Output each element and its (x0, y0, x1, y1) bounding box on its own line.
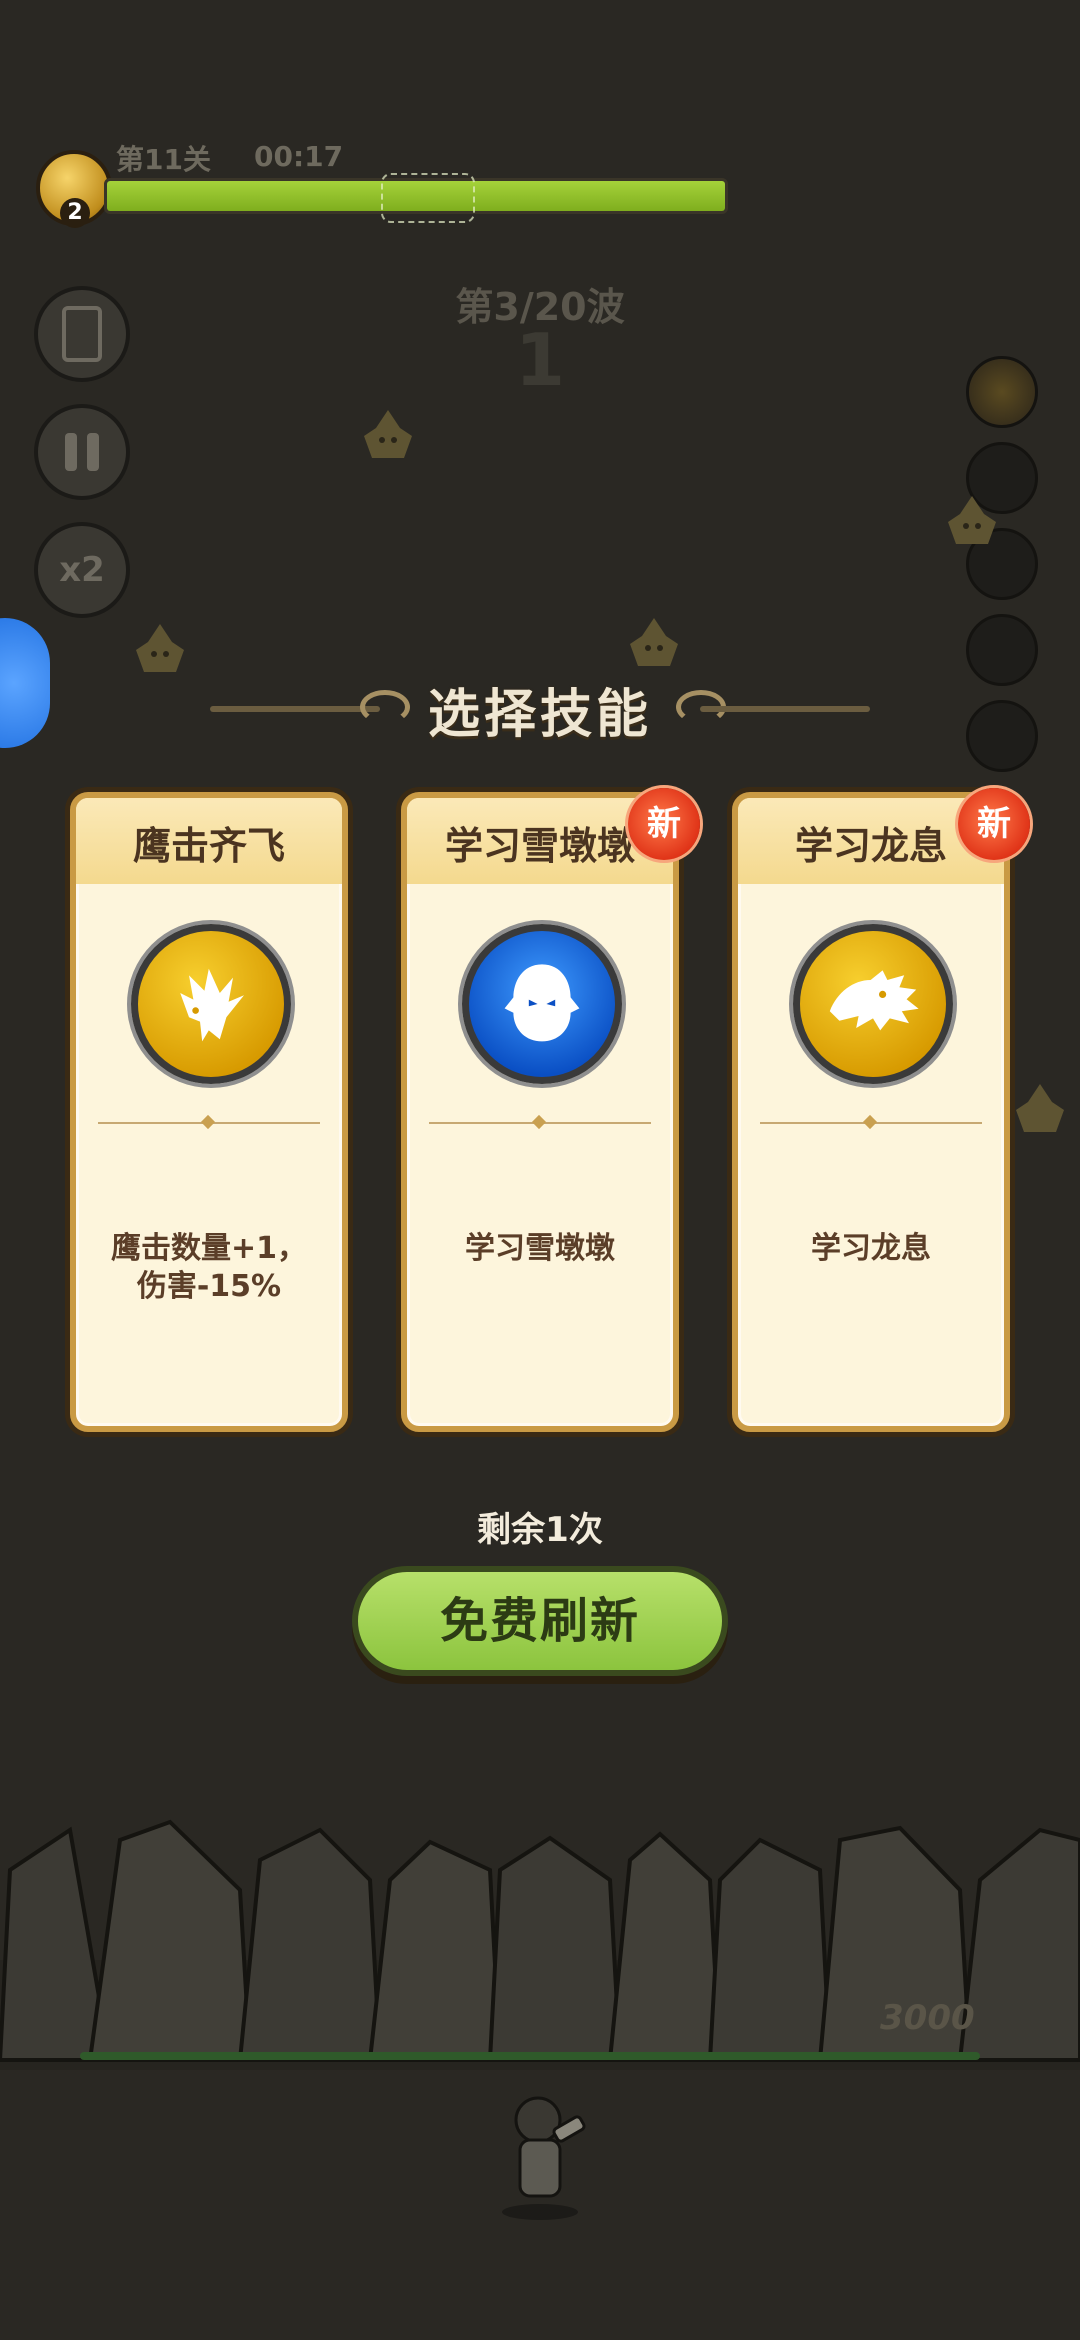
stage-label: 第11关 (116, 143, 211, 176)
card-divider-diamond (200, 1114, 216, 1130)
speed-button[interactable]: x2 (34, 522, 130, 618)
card-divider-diamond (531, 1114, 547, 1130)
enemy-creature (1008, 1080, 1072, 1144)
enemy-creature (622, 614, 686, 678)
scroll-button[interactable] (34, 286, 130, 382)
skill-card-description: 学习龙息 (811, 1231, 931, 1266)
banner-right-line (700, 706, 870, 712)
new-badge: 新 (628, 788, 700, 860)
player-level-badge: 2 (36, 150, 112, 228)
free-refresh-button[interactable]: 免费刷新 (352, 1566, 728, 1676)
snow-spirit-icon (462, 924, 622, 1084)
skill-card-1[interactable]: 鹰击齐飞 鹰击数量+1， 伤害-15% (70, 792, 348, 1432)
skill-card-3[interactable]: 学习龙息 学习龙息 (732, 792, 1010, 1432)
card-divider-diamond (862, 1114, 878, 1130)
enemy-creature (356, 406, 420, 470)
speed-label: x2 (59, 550, 105, 590)
skill-card-description: 鹰击数量+1， 伤害-15% (110, 1231, 307, 1304)
dragon-icon (793, 924, 953, 1084)
wall-hp-value: 3000 (880, 1998, 975, 2038)
skill-slot-1[interactable] (966, 356, 1038, 428)
hero-character (502, 2096, 586, 2220)
scroll-icon (62, 306, 102, 362)
pause-button[interactable] (34, 404, 130, 500)
pause-icon (65, 433, 99, 471)
stage-timer: 00:17 (254, 140, 344, 173)
new-badge: 新 (958, 788, 1030, 860)
stage-progress-bar (104, 173, 728, 223)
skill-select-title: 选择技能 (427, 685, 652, 745)
wave-countdown: 1 (514, 318, 566, 402)
skill-card-name: 鹰击齐飞 (76, 798, 342, 884)
enemy-creature (940, 492, 1004, 556)
refresh-remaining-label: 剩余1次 (477, 1510, 603, 1550)
progress-sparkle-icon (381, 173, 475, 223)
skill-card-2[interactable]: 学习雪墩墩 学习雪墩墩 (401, 792, 679, 1432)
player-level-number: 2 (60, 198, 90, 228)
wall-health-bar (80, 2052, 980, 2060)
skill-card-description: 学习雪墩墩 (465, 1231, 615, 1266)
eagle-icon (131, 924, 291, 1084)
